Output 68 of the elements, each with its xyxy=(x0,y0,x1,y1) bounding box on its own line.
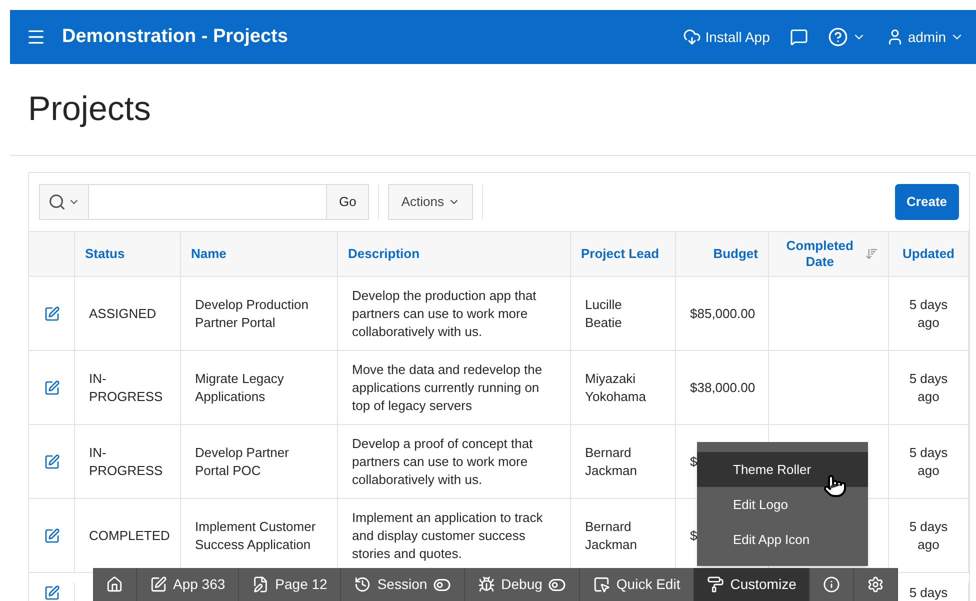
toolbar-button[interactable]: Debug xyxy=(465,568,580,601)
cursor-select-icon xyxy=(593,576,610,593)
table-cell-text: 5 days ago xyxy=(908,444,949,480)
column-header[interactable]: Status xyxy=(75,232,181,276)
table-cell-text: Bernard Jackman xyxy=(585,518,638,554)
toolbar-button[interactable]: Page 12 xyxy=(239,568,342,601)
page-edit-icon xyxy=(252,576,270,593)
toolbar-button[interactable]: Customize xyxy=(694,568,810,601)
table-cell-text: Lucille Beatie xyxy=(585,296,623,332)
menu-item[interactable]: Edit App Icon xyxy=(697,522,868,557)
help-button[interactable] xyxy=(828,27,866,47)
app-title: Demonstration - Projects xyxy=(62,24,288,49)
table-cell: $ xyxy=(690,526,698,544)
paint-roller-icon xyxy=(707,576,724,593)
bug-icon xyxy=(478,576,496,593)
table-cell-text: Develop Production Partner Portal xyxy=(195,296,310,332)
settings-icon xyxy=(867,576,884,593)
search-icon xyxy=(48,193,66,211)
actions-button[interactable]: Actions xyxy=(388,184,473,220)
table-cell-text: Move the data and redevelop the applications currently running on top of legacy servers xyxy=(352,360,544,414)
column-header[interactable]: Name xyxy=(181,232,338,276)
create-button[interactable]: Create xyxy=(894,184,959,220)
edit-icon xyxy=(150,576,167,593)
table-cell-text: Develop a proof of concept that partners can use to work more collaboratively with us. xyxy=(352,434,534,488)
column-header[interactable]: Completed Date xyxy=(769,232,889,276)
edit-row-icon[interactable] xyxy=(44,306,60,322)
table-cell-text: Migrate Legacy Applications xyxy=(195,370,285,406)
page-title: Projects xyxy=(28,89,151,130)
table-cell-text: IN-PROGRESS xyxy=(89,444,164,480)
user-menu-button[interactable]: admin xyxy=(886,26,964,48)
hand-cursor-icon xyxy=(823,474,847,498)
table-cell-text: Implement an application to track and display customer success stories and quotes. xyxy=(352,508,544,562)
column-header[interactable]: Budget xyxy=(676,232,769,276)
search-field[interactable] xyxy=(39,184,327,220)
edit-row-icon[interactable] xyxy=(44,454,60,470)
table-cell-text: IN-PROGRESS xyxy=(89,370,164,406)
table-cell: $ xyxy=(690,452,698,470)
table-cell-text: Bernard Jackman xyxy=(585,444,638,480)
table-cell-text: Miyazaki Yokohama xyxy=(585,370,647,406)
table-cell-text: Develop the production app that partners can use to work more collaboratively with us. xyxy=(352,286,538,340)
toolbar-button[interactable]: App 363 xyxy=(137,568,240,601)
table-cell: $85,000.00 xyxy=(690,304,756,322)
go-button[interactable]: Go xyxy=(327,184,370,220)
cloud-download-icon xyxy=(683,28,702,46)
menu-item[interactable]: Theme Roller xyxy=(697,452,868,487)
table-cell: ASSIGNED xyxy=(89,304,156,322)
table-cell: 5 days xyxy=(909,584,948,601)
info-icon xyxy=(823,576,840,593)
edit-row-icon[interactable] xyxy=(44,528,60,544)
column-header[interactable]: Description xyxy=(338,232,571,276)
home-icon xyxy=(106,576,123,593)
table-cell-text: Implement Customer Success Application xyxy=(195,518,317,554)
menu-item[interactable]: Edit Logo xyxy=(697,487,868,522)
column-header[interactable]: Updated xyxy=(889,232,969,276)
table-cell-text: Develop Partner Portal POC xyxy=(195,444,290,480)
edit-row-icon[interactable] xyxy=(44,380,60,396)
clock-icon xyxy=(354,576,372,593)
toolbar-button[interactable]: Session xyxy=(341,568,466,601)
feedback-button[interactable] xyxy=(790,28,808,46)
column-header[interactable]: Project Lead xyxy=(571,232,676,276)
edit-row-icon[interactable] xyxy=(44,584,60,600)
table-cell-text: 5 days ago xyxy=(908,518,949,554)
table-cell-text: 5 days ago xyxy=(908,370,949,406)
help-icon xyxy=(828,27,848,47)
table-cell: COMPLETED xyxy=(89,526,170,544)
table-cell-text: 5 days ago xyxy=(908,296,949,332)
install-app-button[interactable]: Install App xyxy=(683,26,770,48)
table-cell: $38,000.00 xyxy=(690,378,756,396)
